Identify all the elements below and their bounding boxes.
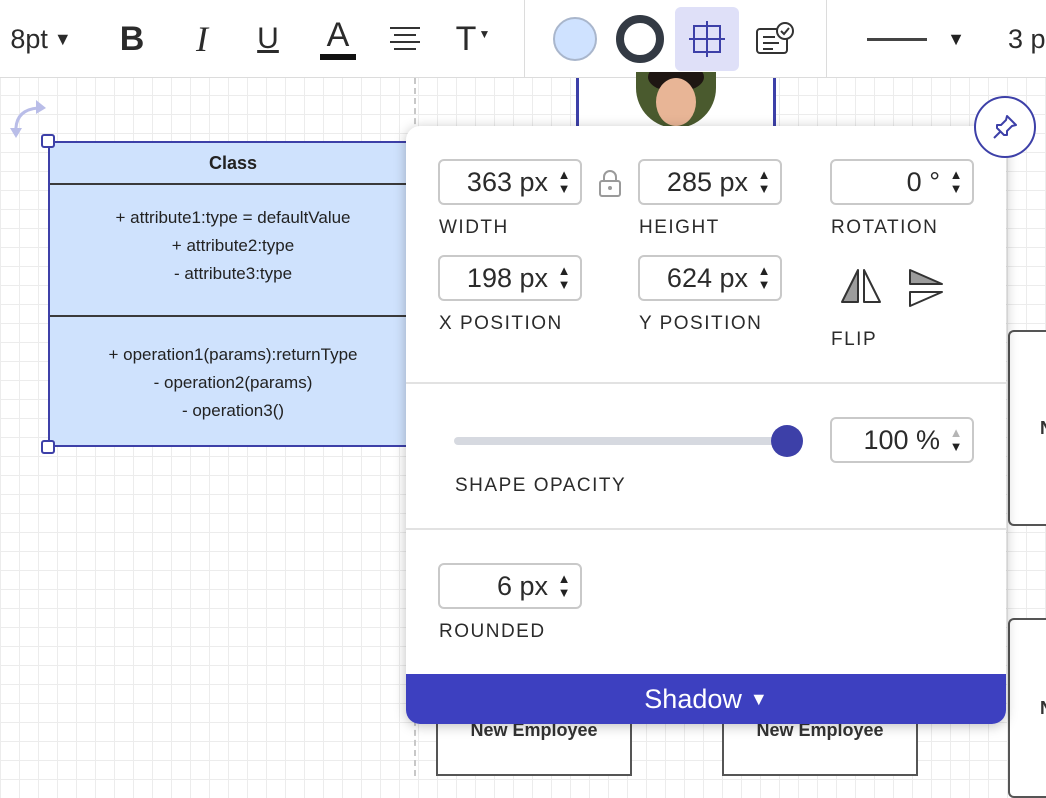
text-color-icon: A <box>320 18 356 60</box>
shadow-section-toggle[interactable]: Shadow ▼ <box>406 674 1006 724</box>
rotation-label: ROTATION <box>831 217 939 238</box>
line-style-preview <box>867 37 928 41</box>
resize-handle-top-left[interactable] <box>41 134 55 148</box>
lock-icon[interactable] <box>596 168 624 198</box>
opacity-slider-track[interactable] <box>454 437 784 445</box>
uml-attribute: + attribute1:type = defaultValue <box>115 208 351 227</box>
stepper-icon[interactable]: ▲ ▼ <box>548 168 580 196</box>
flip-label: FLIP <box>831 329 878 350</box>
flip-vertical-icon[interactable] <box>906 266 946 310</box>
stepper-icon[interactable]: ▲ ▼ <box>548 264 580 292</box>
toolbar-divider <box>524 0 525 78</box>
uml-operation: - operation2(params) <box>153 373 313 392</box>
underline-icon: U <box>257 22 279 55</box>
font-size-dropdown[interactable]: 8pt ▼ <box>0 0 82 78</box>
uml-attribute: - attribute3:type <box>173 264 293 283</box>
stepper-icon[interactable]: ▲ ▼ <box>940 426 972 454</box>
y-position-label: Y POSITION <box>639 313 763 334</box>
opacity-input[interactable]: 100 % ▲ ▼ <box>830 417 974 463</box>
text-style-icon: T <box>455 19 477 58</box>
flip-horizontal-icon[interactable] <box>838 266 884 306</box>
toolbar: 8pt ▼ B I U A T ▼ ▼ 3 p <box>0 0 1046 78</box>
chevron-down-icon: ▼ <box>749 688 768 709</box>
italic-button[interactable]: I <box>178 0 226 78</box>
stepper-icon[interactable]: ▲ ▼ <box>748 168 780 196</box>
rounded-input[interactable]: 6 px ▲ ▼ <box>438 563 582 609</box>
stroke-color-button[interactable] <box>614 0 666 78</box>
x-position-label: X POSITION <box>439 313 563 334</box>
chevron-down-icon: ▼ <box>947 28 965 49</box>
toolbar-divider <box>826 0 827 78</box>
chevron-down-icon: ▼ <box>478 27 491 41</box>
width-label: WIDTH <box>439 217 509 238</box>
height-input[interactable]: 285 px ▲ ▼ <box>638 159 782 205</box>
width-input[interactable]: 363 px ▲ ▼ <box>438 159 582 205</box>
fill-color-button[interactable] <box>550 0 600 78</box>
stepper-icon[interactable]: ▲ ▼ <box>548 572 580 600</box>
shape-options-button[interactable] <box>675 7 739 71</box>
uml-attributes: + attribute1:type = defaultValue + attri… <box>50 185 416 317</box>
resize-handle-bottom-left[interactable] <box>41 440 55 454</box>
uml-operations: + operation1(params):returnType - operat… <box>50 317 416 425</box>
employee-card-right[interactable]: N <box>1008 330 1046 526</box>
bold-button[interactable]: B <box>108 0 156 78</box>
employee-card-title: N <box>1040 698 1046 719</box>
rotation-input[interactable]: 0 ° ▲ ▼ <box>830 159 974 205</box>
uml-operation: + operation1(params):returnType <box>108 345 358 364</box>
text-style-dropdown[interactable]: T ▼ <box>448 0 498 78</box>
chevron-down-icon: ▼ <box>53 28 72 49</box>
line-style-dropdown[interactable]: ▼ <box>866 0 966 78</box>
section-divider <box>406 528 1006 530</box>
bold-icon: B <box>119 19 145 58</box>
text-color-swatch <box>320 54 356 60</box>
y-position-input[interactable]: 624 px ▲ ▼ <box>638 255 782 301</box>
pin-icon <box>993 115 1017 139</box>
text-align-button[interactable] <box>380 0 430 78</box>
rounded-label: ROUNDED <box>439 621 546 642</box>
checklist-button[interactable] <box>752 0 800 78</box>
opacity-label: SHAPE OPACITY <box>455 475 627 496</box>
font-size-value: 8pt <box>10 23 48 54</box>
select-icon <box>689 21 725 57</box>
x-position-input[interactable]: 198 px ▲ ▼ <box>438 255 582 301</box>
uml-attribute: + attribute2:type <box>171 236 295 255</box>
pin-panel-button[interactable] <box>974 96 1036 158</box>
employee-card-right[interactable]: N <box>1008 618 1046 798</box>
section-divider <box>406 382 1006 384</box>
employee-card-title: New Employee <box>470 720 598 740</box>
shadow-label: Shadow <box>644 683 742 714</box>
stroke-width-value: 3 p <box>1008 23 1046 54</box>
underline-button[interactable]: U <box>244 0 292 78</box>
stepper-icon[interactable]: ▲ ▼ <box>940 168 972 196</box>
employee-card-title: New Employee <box>756 720 884 740</box>
stroke-color-swatch <box>616 15 664 63</box>
opacity-slider-thumb[interactable] <box>771 425 803 457</box>
checklist-icon <box>756 22 794 54</box>
uml-operation: - operation3() <box>181 401 285 420</box>
text-color-button[interactable]: A <box>314 0 362 78</box>
fill-color-swatch <box>553 17 597 61</box>
shape-properties-panel: 363 px ▲ ▼ 285 px ▲ ▼ 0 ° ▲ ▼ WIDTH HEIGHT … <box>406 126 1006 724</box>
uml-class-title: Class <box>50 143 416 185</box>
employee-card-title: N <box>1040 418 1046 439</box>
stepper-icon[interactable]: ▲ ▼ <box>748 264 780 292</box>
stroke-width-dropdown[interactable]: 3 p <box>1008 0 1046 78</box>
uml-class-shape[interactable]: Class + attribute1:type = defaultValue +… <box>48 141 418 447</box>
height-label: HEIGHT <box>639 217 720 238</box>
italic-icon: I <box>196 19 208 59</box>
text-align-icon <box>390 27 420 50</box>
